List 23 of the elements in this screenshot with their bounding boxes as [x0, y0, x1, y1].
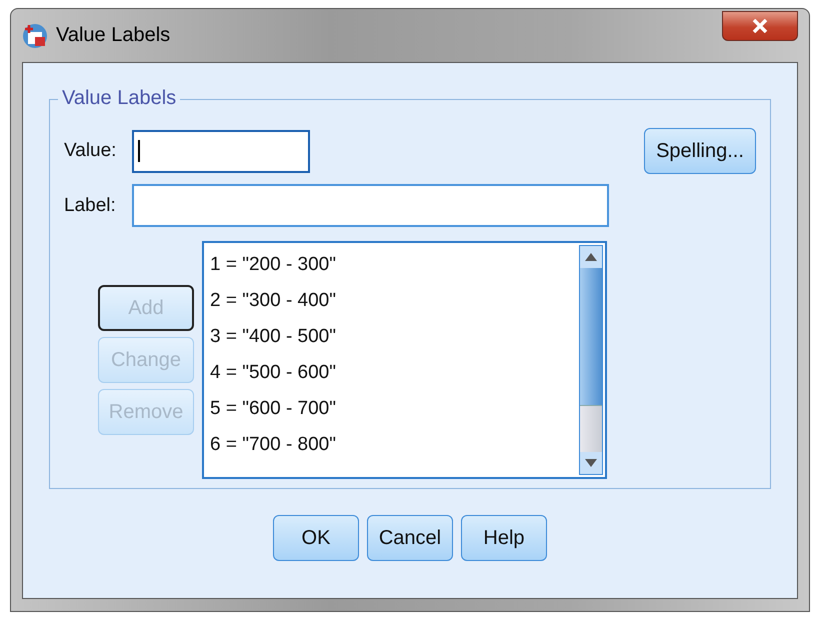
- list-item[interactable]: 6 = "700 - 800": [210, 427, 571, 463]
- close-button[interactable]: [722, 11, 798, 41]
- scrollbar[interactable]: [579, 245, 603, 475]
- list-item[interactable]: 1 = "200 - 300": [210, 247, 571, 283]
- value-field[interactable]: [132, 130, 310, 172]
- label-field[interactable]: [132, 184, 609, 227]
- dialog-button[interactable]: Help: [461, 515, 547, 561]
- spelling-button[interactable]: Spelling...: [644, 128, 756, 174]
- window-title: Value Labels: [56, 24, 170, 47]
- list-item[interactable]: 4 = "500 - 600": [210, 355, 571, 391]
- down-arrow-icon[interactable]: [585, 459, 597, 467]
- list-item[interactable]: 3 = "400 - 500": [210, 319, 571, 355]
- field-label: Value:: [64, 140, 118, 162]
- field-label: Label:: [64, 194, 117, 216]
- value-label-list[interactable]: 1 = "200 - 300" 2 = "300 - 400" 3 = "400 - 500" 4 = "500 - 600" 5 = "600 - 700" 6 = "700 - 800": [202, 241, 607, 479]
- close-icon: [752, 19, 768, 33]
- dialog-button[interactable]: OK: [273, 515, 359, 561]
- up-arrow-icon[interactable]: [585, 253, 597, 261]
- app-icon: [22, 22, 48, 48]
- list-item[interactable]: 5 = "600 - 700": [210, 391, 571, 427]
- dialog-button[interactable]: Cancel: [367, 515, 453, 561]
- scroll-thumb[interactable]: [580, 405, 602, 452]
- list-item[interactable]: 2 = "300 - 400": [210, 283, 571, 319]
